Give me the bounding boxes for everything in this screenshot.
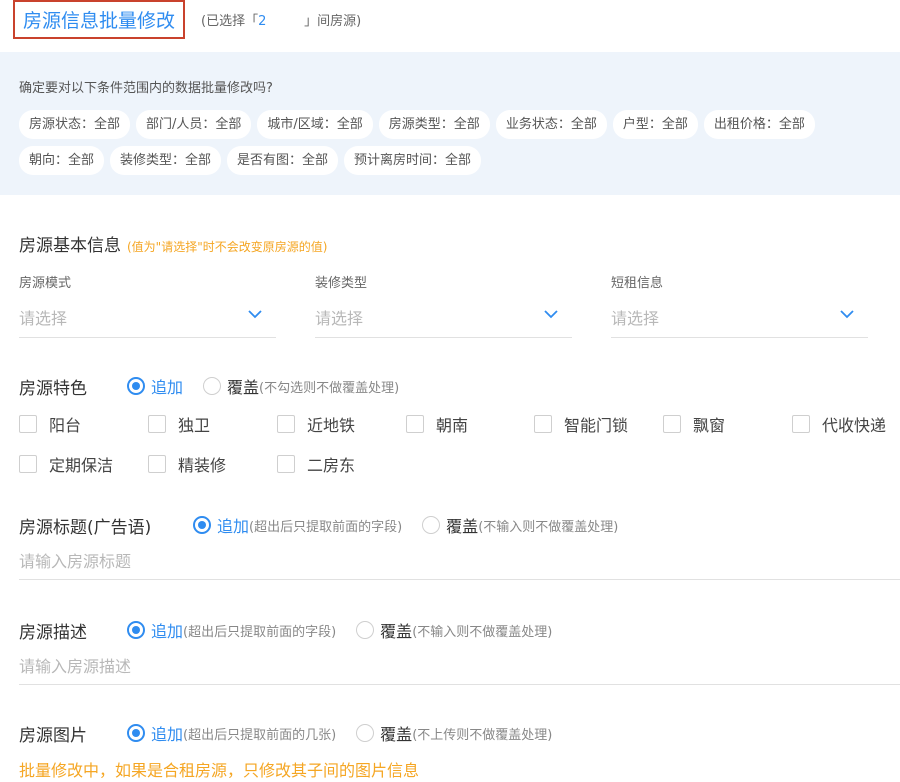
ad-title-mode-group: 追加 (超出后只提取前面的字段) 覆盖 (不输入则不做覆盖处理)	[193, 513, 618, 537]
selection-count: 2	[258, 14, 267, 29]
short-rent-label: 短租信息	[611, 276, 664, 291]
selection-suffix: 」间房源)	[304, 14, 362, 29]
condition-tag: 城市/区域：全部	[257, 110, 373, 139]
confirm-question: 确定要对以下条件范围内的数据批量修改吗?	[19, 81, 273, 96]
features-append-label[interactable]: 追加	[151, 374, 183, 398]
images-cover-hint: (不上传则不做覆盖处理)	[412, 727, 553, 743]
feature-checkbox-smart-lock[interactable]: 智能门锁	[534, 412, 628, 436]
images-cover-label[interactable]: 覆盖	[380, 721, 412, 745]
condition-tag: 出租价格：全部	[703, 110, 815, 139]
feature-label: 精装修	[178, 456, 227, 475]
ad-title-append-radio[interactable]	[193, 516, 211, 534]
feature-checkbox-bay-window[interactable]: 飘窗	[663, 412, 725, 436]
feature-label: 近地铁	[307, 416, 356, 435]
page-title: 房源信息批量修改	[23, 10, 176, 32]
feature-label: 定期保洁	[49, 456, 114, 475]
desc-append-hint: (超出后只提取前面的字段)	[183, 624, 337, 640]
condition-tag: 部门/人员：全部	[136, 110, 252, 139]
desc-title: 房源描述	[19, 623, 87, 643]
basic-info-title: 房源基本信息 (值为"请选择"时不会改变原房源的值)	[19, 231, 327, 256]
ad-title-append-hint: (超出后只提取前面的字段)	[249, 519, 403, 535]
desc-append-radio[interactable]	[127, 621, 145, 639]
features-cover-label[interactable]: 覆盖	[227, 374, 259, 398]
chevron-down-icon	[840, 310, 854, 319]
desc-cover-radio[interactable]	[356, 621, 375, 639]
desc-append-label[interactable]: 追加	[151, 618, 183, 642]
condition-tag: 业务状态：全部	[495, 110, 607, 139]
feature-label: 二房东	[307, 456, 356, 475]
images-mode-group: 追加 (超出后只提取前面的几张) 覆盖 (不上传则不做覆盖处理)	[127, 721, 552, 745]
basic-info-title-text: 房源基本信息	[19, 236, 121, 256]
condition-tag: 是否有图：全部	[227, 146, 339, 175]
ad-title-placeholder: 请输入房源标题	[19, 552, 132, 571]
ad-title-cover-label[interactable]: 覆盖	[446, 513, 478, 537]
decoration-type-placeholder: 请选择	[315, 309, 364, 328]
chevron-down-icon	[544, 310, 558, 319]
short-rent-select[interactable]: 请选择	[611, 300, 868, 338]
condition-tags-row-1: 房源状态：全部 部门/人员：全部 城市/区域：全部 房源类型：全部 业务状态：全…	[19, 110, 815, 139]
house-mode-select[interactable]: 请选择	[19, 300, 276, 338]
desc-input[interactable]: 请输入房源描述	[19, 645, 900, 685]
desc-mode-group: 追加 (超出后只提取前面的字段) 覆盖 (不输入则不做覆盖处理)	[127, 618, 552, 642]
feature-checkbox-near-subway[interactable]: 近地铁	[277, 412, 355, 436]
features-cover-hint: (不勾选则不做覆盖处理)	[259, 380, 400, 396]
ad-title-cover-hint: (不输入则不做覆盖处理)	[478, 519, 619, 535]
ad-title-cover-radio[interactable]	[422, 516, 441, 534]
condition-tags-row-2: 朝向：全部 装修类型：全部 是否有图：全部 预计离房时间：全部	[19, 146, 482, 175]
header: 房源信息批量修改 (已选择「2 」间房源)	[0, 0, 900, 52]
condition-tag: 朝向：全部	[19, 146, 105, 175]
ad-title-append-label[interactable]: 追加	[217, 513, 249, 537]
condition-tag: 房源状态：全部	[19, 110, 131, 139]
ad-title-input[interactable]: 请输入房源标题	[19, 540, 900, 580]
feature-checkbox-south[interactable]: 朝南	[406, 412, 468, 436]
feature-label: 独卫	[178, 416, 211, 435]
condition-tag: 预计离房时间：全部	[344, 146, 482, 175]
feature-checkbox-balcony[interactable]: 阳台	[19, 412, 81, 436]
images-shared-room-note: 批量修改中，如果是合租房源，只修改其子间的图片信息	[19, 761, 420, 780]
feature-checkbox-fine-decoration[interactable]: 精装修	[148, 452, 226, 476]
feature-checkbox-sublandlord[interactable]: 二房东	[277, 452, 355, 476]
desc-cover-label[interactable]: 覆盖	[380, 618, 412, 642]
images-append-hint: (超出后只提取前面的几张)	[183, 727, 337, 743]
feature-label: 朝南	[436, 416, 469, 435]
house-mode-placeholder: 请选择	[19, 309, 68, 328]
feature-checkbox-private-bath[interactable]: 独卫	[148, 412, 210, 436]
desc-cover-hint: (不输入则不做覆盖处理)	[412, 624, 553, 640]
house-mode-label: 房源模式	[19, 276, 72, 291]
images-title: 房源图片	[19, 726, 87, 746]
features-title: 房源特色	[19, 379, 87, 399]
page-title-highlight: 房源信息批量修改	[13, 0, 186, 39]
feature-label: 飘窗	[693, 416, 726, 435]
feature-checkbox-cleaning[interactable]: 定期保洁	[19, 452, 113, 476]
selection-summary: (已选择「2 」间房源)	[201, 10, 361, 29]
feature-label: 智能门锁	[564, 416, 629, 435]
condition-panel: 确定要对以下条件范围内的数据批量修改吗? 房源状态：全部 部门/人员：全部 城市…	[0, 52, 900, 195]
images-cover-radio[interactable]	[356, 724, 375, 742]
images-append-label[interactable]: 追加	[151, 721, 183, 745]
chevron-down-icon	[248, 310, 262, 319]
ad-title-title: 房源标题(广告语)	[19, 518, 152, 538]
features-append-radio[interactable]	[127, 377, 145, 395]
images-append-radio[interactable]	[127, 724, 145, 742]
short-rent-placeholder: 请选择	[611, 309, 660, 328]
feature-label: 代收快递	[822, 416, 887, 435]
condition-tag: 户型：全部	[612, 110, 698, 139]
basic-info-note: (值为"请选择"时不会改变原房源的值)	[127, 240, 328, 254]
feature-label: 阳台	[49, 416, 82, 435]
features-cover-radio[interactable]	[203, 377, 222, 395]
feature-checkbox-parcel[interactable]: 代收快递	[792, 412, 886, 436]
condition-tag: 装修类型：全部	[110, 146, 222, 175]
desc-placeholder: 请输入房源描述	[19, 657, 132, 676]
condition-tag: 房源类型：全部	[378, 110, 490, 139]
decoration-type-label: 装修类型	[315, 276, 368, 291]
selection-prefix: (已选择「	[201, 14, 259, 29]
decoration-type-select[interactable]: 请选择	[315, 300, 572, 338]
features-mode-group: 追加 覆盖 (不勾选则不做覆盖处理)	[127, 374, 399, 398]
